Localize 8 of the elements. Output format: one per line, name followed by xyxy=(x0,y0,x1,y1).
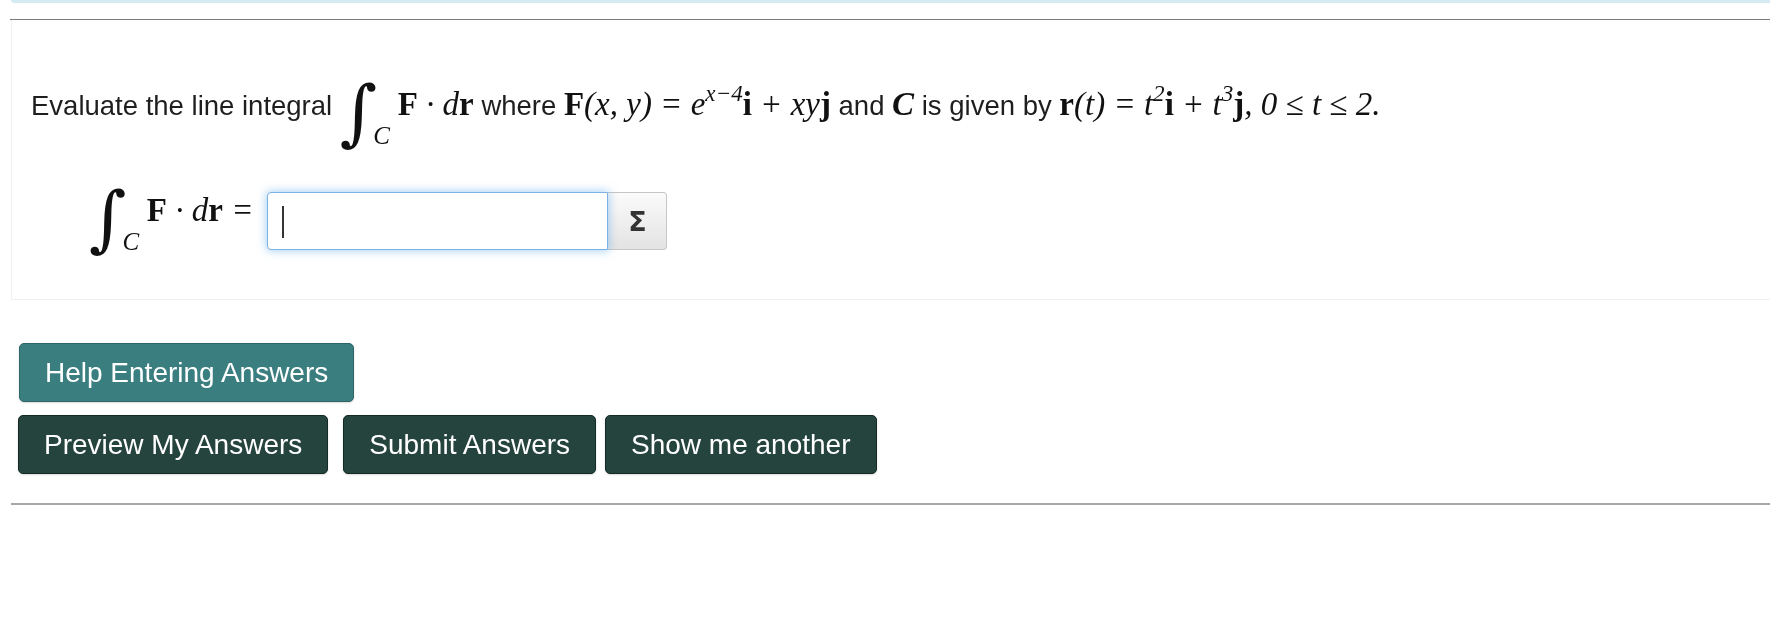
text-cursor-icon xyxy=(282,206,285,238)
show-another-button[interactable]: Show me another xyxy=(605,415,877,474)
submit-answers-button[interactable]: Submit Answers xyxy=(343,415,597,474)
answer-label: ∫C F · dr = xyxy=(89,182,254,254)
answer-field[interactable] xyxy=(267,192,609,250)
sigma-button[interactable]: Σ xyxy=(608,192,668,250)
help-button[interactable]: Help Entering Answers xyxy=(19,343,355,402)
preview-answers-button[interactable]: Preview My Answers xyxy=(18,415,329,474)
